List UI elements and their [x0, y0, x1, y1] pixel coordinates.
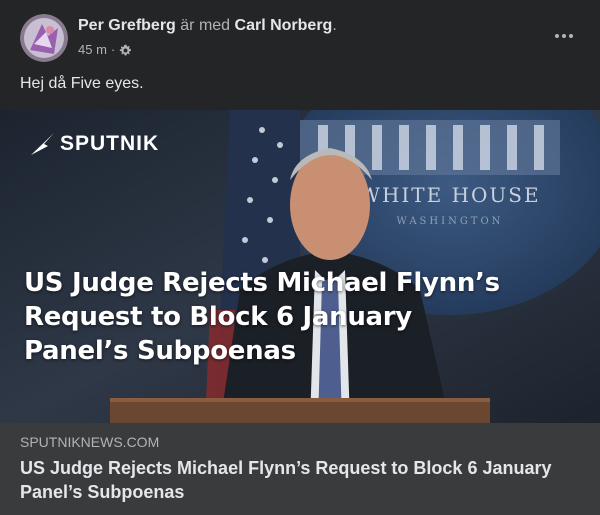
link-title[interactable]: US Judge Rejects Michael Flynn’s Request… — [20, 456, 580, 504]
avatar[interactable] — [20, 14, 68, 62]
sputnik-logo-icon — [31, 133, 54, 155]
period-text: . — [332, 17, 337, 34]
post-header: Per Grefberg är med Carl Norberg. 45 m · — [20, 14, 580, 64]
sputnik-logo: SPUTNIK — [30, 132, 159, 156]
link-preview-footer[interactable]: SPUTNIKNEWS.COM US Judge Rejects Michael… — [0, 423, 600, 515]
sign-text: WHITE HOUSE — [359, 183, 540, 207]
with-text: är med — [180, 17, 231, 34]
sign-subtext: WASHINGTON — [397, 216, 504, 227]
post-meta: 45 m · — [78, 42, 132, 58]
image-headline-line: Request to Block 6 January — [24, 302, 412, 332]
post-caption: Hej då Five eyes. — [20, 75, 144, 92]
author-name[interactable]: Per Grefberg — [78, 17, 176, 34]
image-headline: US Judge Rejects Michael Flynn’s Request… — [24, 266, 584, 368]
tagged-name[interactable]: Carl Norberg — [235, 17, 333, 34]
image-headline-line: Panel’s Subpoenas — [24, 336, 296, 366]
logo-text: SPUTNIK — [60, 132, 160, 155]
post-time[interactable]: 45 m — [78, 42, 107, 58]
meta-separator: · — [110, 42, 116, 57]
image-headline-line: US Judge Rejects Michael Flynn’s — [24, 268, 500, 298]
more-options-icon[interactable] — [548, 24, 580, 48]
link-domain: SPUTNIKNEWS.COM — [20, 434, 160, 450]
gear-icon[interactable] — [119, 44, 132, 57]
author-line: Per Grefberg är med Carl Norberg. — [78, 16, 337, 36]
facebook-post: Per Grefberg är med Carl Norberg. 45 m ·… — [0, 0, 600, 515]
